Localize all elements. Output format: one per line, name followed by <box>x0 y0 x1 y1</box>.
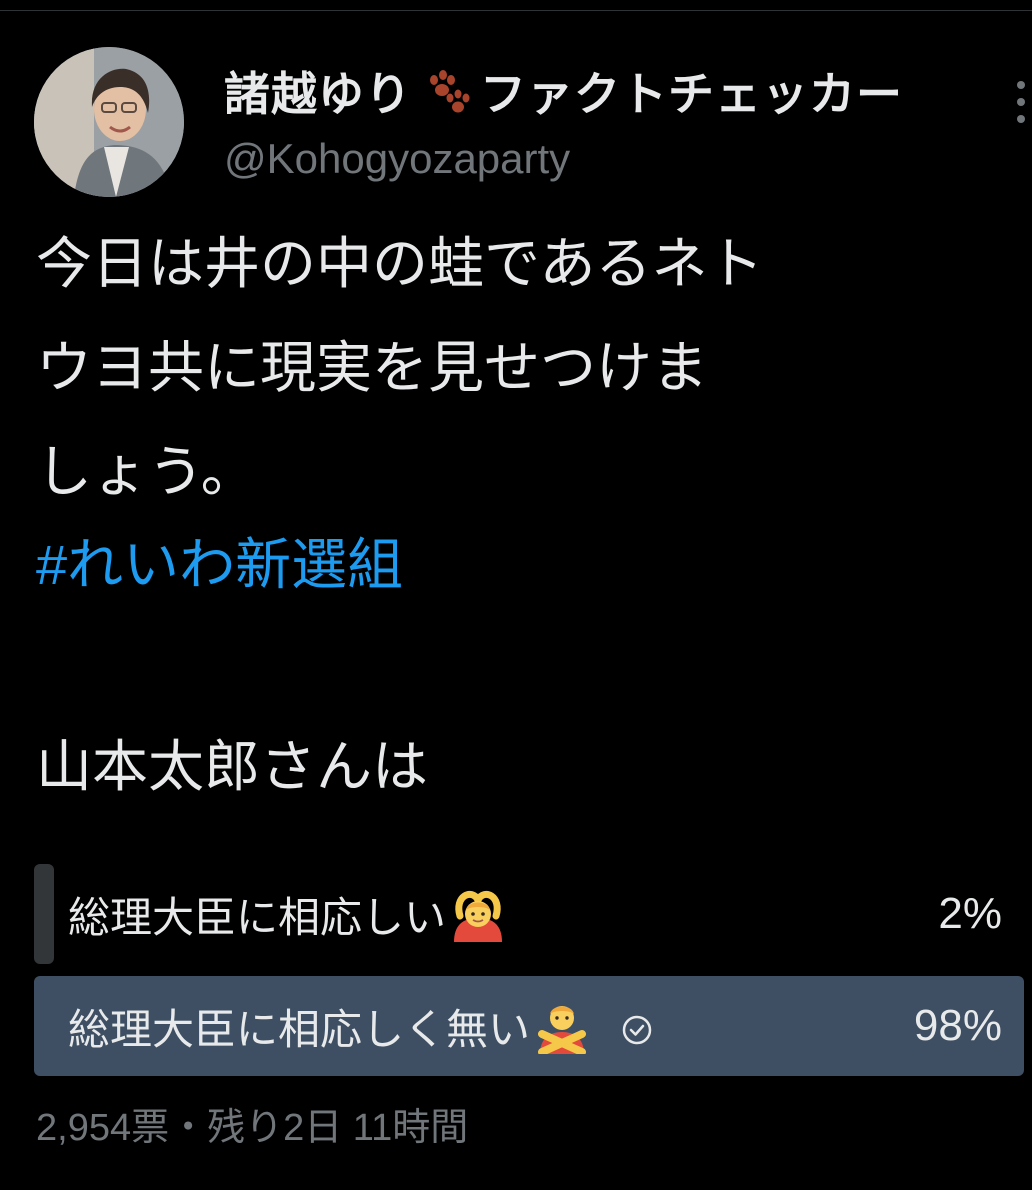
poll-option-percent: 98% <box>913 1001 1002 1050</box>
poll-option-text: 総理大臣に相応しく無い <box>68 1005 531 1053</box>
hashtag-link[interactable]: #れいわ新選組 <box>36 520 403 610</box>
top-divider <box>0 0 1032 11</box>
poll-option-1[interactable]: 総理大臣に相応しい 2% <box>34 864 1024 964</box>
display-name[interactable]: 諸越ゆり <box>224 58 412 124</box>
poll-option-label: 総理大臣に相応しく無い <box>68 976 654 1076</box>
poll-vote-count-and-time: 2,954票・残り2日 11時間 <box>36 1107 469 1149</box>
poll-option-text: 総理大臣に相応しい <box>68 893 447 941</box>
tweet-text: 今日は井の中の蛙であるネト ウヨ共に現実を見せつけま しょう。 <box>36 232 764 503</box>
more-options-icon[interactable] <box>1014 75 1028 129</box>
poll-option-percent: 2% <box>938 889 1002 938</box>
tweet-header: 諸越ゆり ファクトチェッカー @Kohogyozaparty <box>34 47 1025 197</box>
paw-prints-icon <box>416 66 476 116</box>
poll-option-label: 総理大臣に相応しい <box>68 864 506 964</box>
display-name-row[interactable]: 諸越ゆり ファクトチェッカー <box>224 55 903 127</box>
user-handle[interactable]: @Kohogyozaparty <box>224 135 570 183</box>
poll-question: 山本太郎さんは <box>36 735 428 798</box>
poll-option-2[interactable]: 総理大臣に相応しく無い 98% <box>34 976 1024 1076</box>
display-name-suffix[interactable]: ファクトチェッカー <box>480 58 903 124</box>
poll: 総理大臣に相応しい 2% 総理大臣に相応しく無い 98% <box>34 864 1024 1088</box>
person-gesturing-ok-icon <box>450 886 506 942</box>
avatar[interactable] <box>34 47 184 197</box>
check-circle-icon <box>620 1009 654 1045</box>
person-gesturing-no-icon <box>534 998 590 1056</box>
poll-result-bar <box>34 864 54 964</box>
